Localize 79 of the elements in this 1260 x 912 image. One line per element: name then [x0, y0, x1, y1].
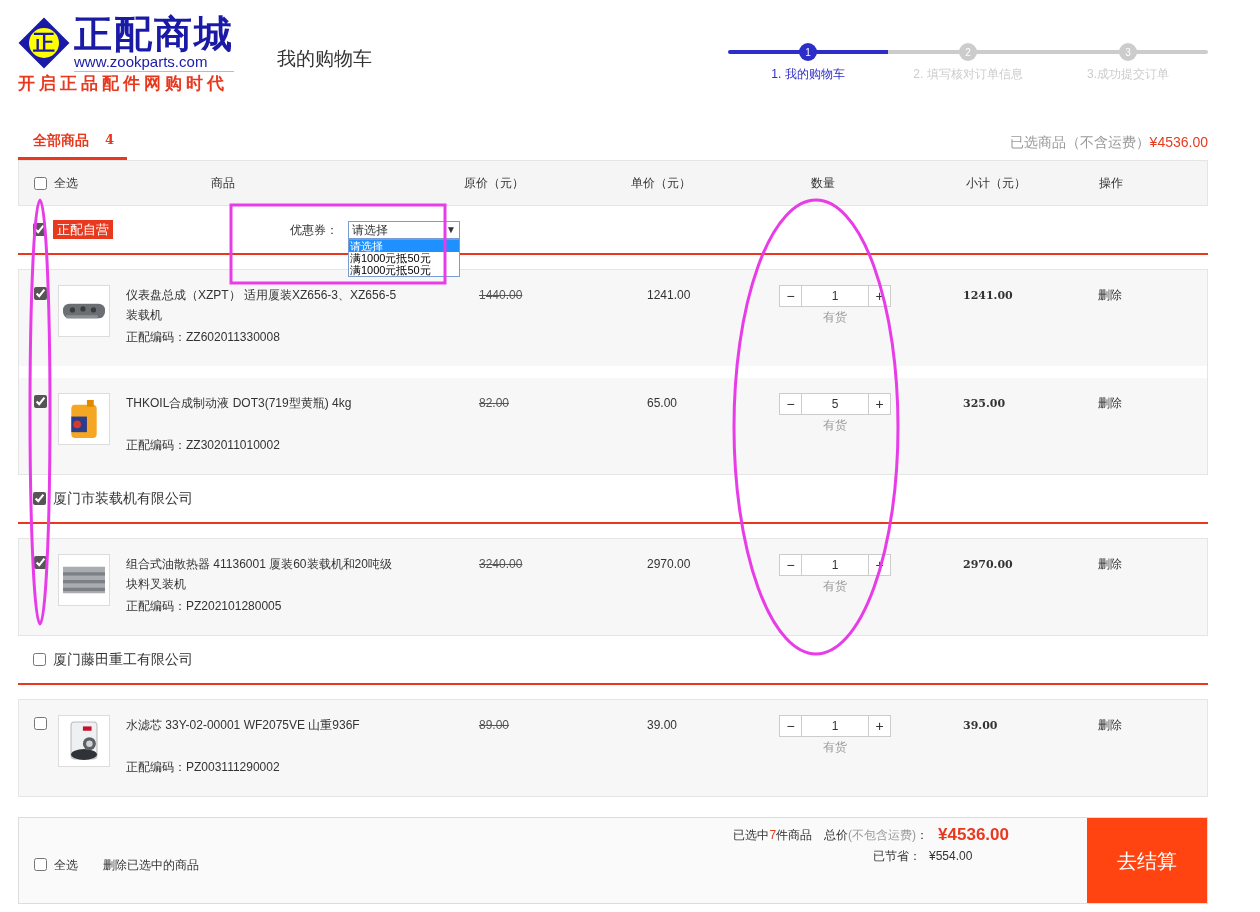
stock-status: 有货 — [822, 739, 848, 756]
coupon-label: 优惠券： — [290, 221, 338, 239]
dropdown-arrow-icon: ▼ — [446, 224, 456, 235]
select-all-label: 全选 — [54, 856, 78, 874]
delete-link[interactable]: 删除 — [1098, 557, 1122, 571]
delete-link[interactable]: 删除 — [1098, 718, 1122, 732]
column-header: 商品 — [211, 176, 235, 190]
delete-link[interactable]: 删除 — [1098, 396, 1122, 410]
checkbox[interactable] — [34, 858, 47, 871]
original-price: 3240.00 — [479, 557, 523, 571]
product-thumbnail[interactable] — [58, 554, 110, 606]
product-thumbnail[interactable] — [58, 285, 110, 337]
quantity-field[interactable]: 1 — [802, 715, 868, 737]
original-price: 1440.00 — [479, 288, 523, 302]
column-header: 原价（元） — [464, 176, 524, 190]
checkbox[interactable] — [34, 176, 47, 190]
product-code: 正配编码：PZ003111290002 — [126, 759, 281, 776]
unit-price: 2970.00 — [647, 557, 691, 571]
checkbox[interactable] — [34, 287, 47, 300]
stock-status: 有货 — [822, 309, 848, 326]
delete-link[interactable]: 删除 — [1098, 288, 1122, 302]
checkbox[interactable] — [34, 556, 47, 569]
store-name: 厦门市装载机有限公司 — [53, 489, 193, 508]
increase-button[interactable]: + — [868, 715, 891, 737]
product-name[interactable]: 水滤芯 33Y-02-00001 WF2075VE 山重936F — [126, 715, 401, 755]
coupon-select[interactable]: 请选择 ▼ — [348, 220, 460, 239]
saved-label: 已节省： — [872, 848, 921, 865]
checkbox[interactable] — [33, 492, 46, 505]
product-code: 正配编码：ZZ602011330008 — [126, 329, 281, 346]
column-header: 操作 — [1099, 176, 1123, 190]
column-header: 数量 — [811, 176, 835, 190]
stock-status: 有货 — [822, 578, 848, 595]
logo-slogan: 开启正品配件网购时代 — [18, 74, 229, 94]
decrease-button[interactable]: − — [779, 393, 802, 415]
checkbox[interactable] — [33, 653, 46, 666]
subtotal: 2970.00 — [963, 558, 1013, 571]
subtotal: 39.00 — [963, 719, 998, 732]
quantity-field[interactable]: 1 — [802, 285, 868, 307]
delete-selected-link[interactable]: 删除已选中的商品 — [103, 855, 199, 874]
selected-summary: 已选商品（不含运费）¥4536.00 — [1009, 134, 1208, 150]
product-code: 正配编码：PZ202101280005 — [126, 598, 283, 615]
product-code: 正配编码：ZZ302011010002 — [126, 437, 281, 454]
unit-price: 65.00 — [647, 396, 678, 410]
stock-status: 有货 — [822, 417, 848, 434]
decrease-button[interactable]: − — [779, 285, 802, 307]
product-thumbnail[interactable] — [58, 393, 110, 445]
column-header: 单价（元） — [631, 176, 691, 190]
product-thumbnail[interactable] — [58, 715, 110, 767]
product-name[interactable]: THKOIL合成制动液 DOT3(719型黄瓶) 4kg — [126, 393, 401, 433]
original-price: 82.00 — [479, 396, 510, 410]
decrease-button[interactable]: − — [779, 554, 802, 576]
checkbox[interactable] — [34, 395, 47, 408]
product-name[interactable]: 仪表盘总成（XZPT） 适用厦装XZ656-3、XZ656-5装载机 — [126, 285, 401, 325]
logo-emblem: 正 — [18, 17, 70, 69]
step-label: 1. 我的购物车 — [771, 66, 845, 83]
subtotal: 325.00 — [963, 397, 1006, 410]
decrease-button[interactable]: − — [779, 715, 802, 737]
total-label: 总价(不包含运费)： — [824, 827, 929, 844]
saved-amount: ¥554.00 — [929, 848, 973, 865]
logo-title: 正配商城 — [74, 14, 234, 54]
checkbox[interactable] — [33, 223, 46, 236]
original-price: 89.00 — [479, 718, 510, 732]
total-price: ¥4536.00 — [938, 824, 1009, 847]
step-number: 1 — [799, 43, 817, 61]
quantity-field[interactable]: 1 — [802, 554, 868, 576]
unit-price: 1241.00 — [647, 288, 691, 302]
column-header: 小计（元） — [966, 176, 1026, 190]
checkbox[interactable] — [34, 717, 47, 730]
quantity-field[interactable]: 5 — [802, 393, 868, 415]
store-name: 厦门藤田重工有限公司 — [53, 650, 193, 669]
product-name[interactable]: 组合式油散热器 41136001 厦装60装载机和20吨级块料叉装机 — [126, 554, 401, 594]
selected-count: 已选中7件商品 — [733, 827, 813, 844]
page-title: 我的购物车 — [277, 47, 372, 71]
select-all-label: 全选 — [54, 175, 78, 192]
subtotal: 1241.00 — [963, 289, 1013, 302]
unit-price: 39.00 — [647, 718, 678, 732]
increase-button[interactable]: + — [868, 393, 891, 415]
logo-url: www.zookparts.com — [74, 54, 234, 72]
store-badge: 正配自营 — [53, 220, 113, 239]
